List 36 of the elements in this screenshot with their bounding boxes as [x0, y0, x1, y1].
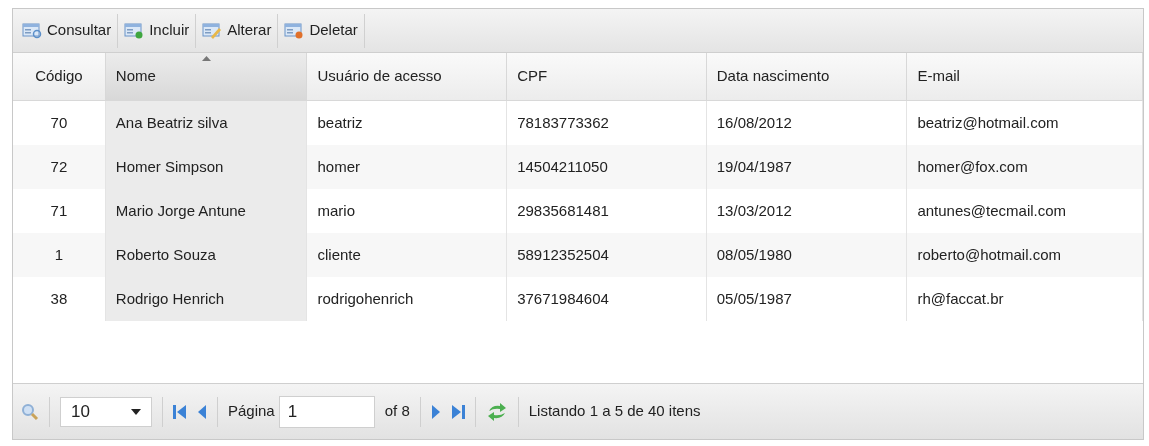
form-remove-icon [284, 21, 305, 40]
column-header[interactable]: Nome [105, 53, 308, 100]
column-header[interactable]: E-mail [907, 53, 1143, 100]
page-count: of 8 [384, 401, 410, 422]
toolbar-button[interactable]: Consultar [16, 13, 118, 48]
toolbar-button[interactable]: Deletar [278, 13, 364, 48]
column-header[interactable]: Código [13, 53, 106, 100]
column-header[interactable]: Usuário de acesso [307, 53, 508, 100]
previous-page-icon[interactable] [197, 403, 207, 420]
next-page-icon[interactable] [430, 403, 441, 420]
table-cell: 38 [13, 277, 106, 321]
page-size-select[interactable]: 10 [60, 396, 152, 427]
form-add-icon [124, 21, 145, 40]
first-page-icon[interactable] [173, 403, 187, 420]
page-input[interactable]: 1 [278, 395, 375, 428]
table-cell: Roberto Souza [105, 233, 308, 277]
pager-status: Listando 1 a 5 de 40 itens [528, 401, 701, 422]
table-cell: Mario Jorge Antune [105, 189, 308, 233]
dropdown-caret-icon [131, 408, 141, 415]
table-cell: Rodrigo Henrich [105, 277, 308, 321]
form-search-icon [22, 21, 42, 40]
table-cell: 37671984604 [507, 277, 707, 321]
table-cell: rodrigohenrich [307, 277, 508, 321]
search-icon[interactable] [21, 402, 39, 421]
page-label: Página [228, 401, 275, 422]
sort-arrow-icon [201, 56, 211, 61]
toolbar-button[interactable]: Incluir [118, 13, 196, 48]
toolbar-button[interactable]: Alterar [196, 13, 278, 48]
table-cell: rh@faccat.br [907, 277, 1143, 321]
last-page-icon[interactable] [450, 403, 465, 420]
table-cell: Ana Beatriz silva [105, 101, 308, 145]
column-header[interactable]: CPF [507, 53, 707, 100]
form-pencil-icon [202, 21, 223, 40]
table-cell: Homer Simpson [105, 145, 308, 189]
column-header[interactable]: Data nascimento [706, 53, 908, 100]
table-cell: 05/05/1987 [706, 277, 908, 321]
